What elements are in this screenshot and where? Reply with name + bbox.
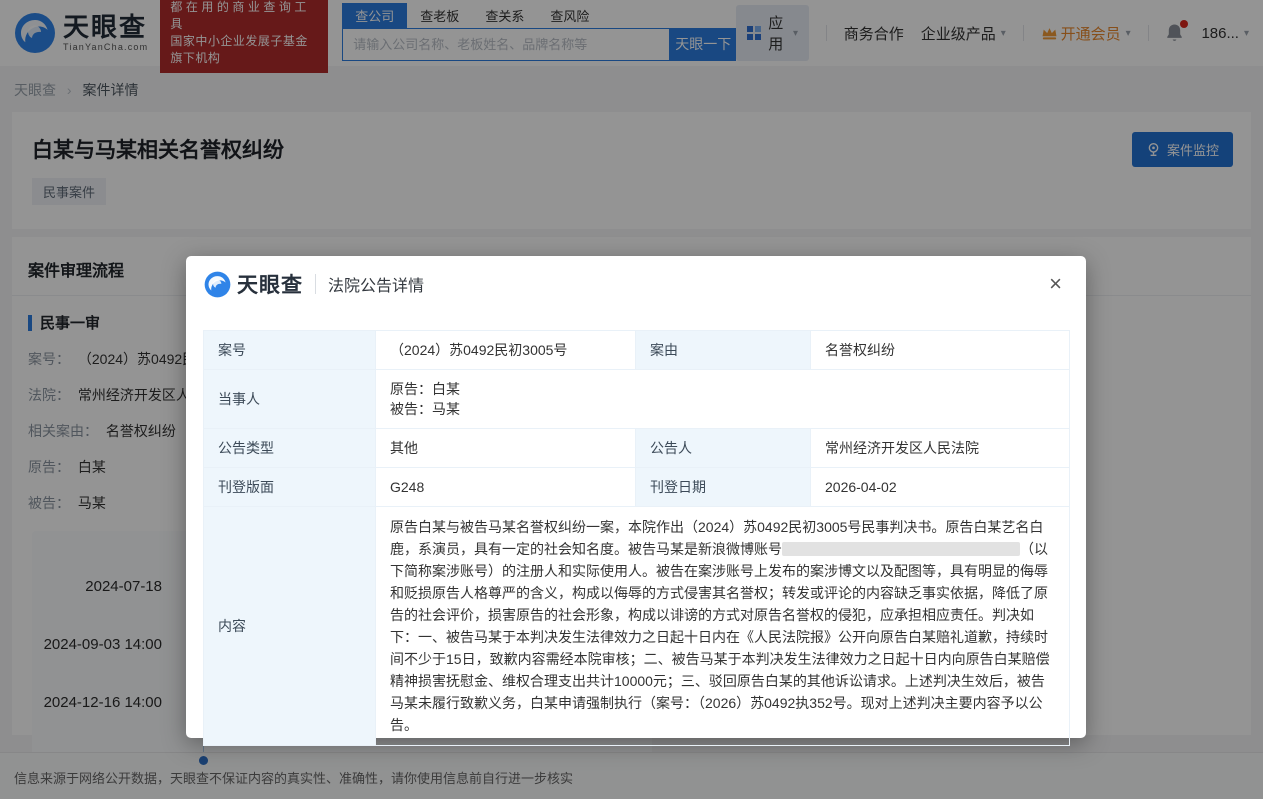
publication-date-label: 刊登日期 [636, 468, 811, 507]
table-row: 公告类型 其他 公告人 常州经济开发区人民法院 [204, 429, 1070, 468]
announcement-type-value: 其他 [376, 429, 636, 468]
table-row: 当事人 原告：白某 被告：马某 [204, 370, 1070, 429]
tianyancha-logo-icon [204, 271, 231, 298]
plaintiff-line: 原告：白某 [390, 379, 1055, 399]
content-label: 内容 [204, 507, 376, 746]
table-row: 刊登版面 G248 刊登日期 2026-04-02 [204, 468, 1070, 507]
announcer-value: 常州经济开发区人民法院 [811, 429, 1070, 468]
modal-header-divider [315, 274, 316, 294]
content-value: 原告白某与被告马某名誉权纠纷一案，本院作出（2024）苏0492民初3005号民… [376, 507, 1070, 746]
close-icon[interactable]: × [1043, 271, 1068, 297]
announcer-label: 公告人 [636, 429, 811, 468]
announcement-type-label: 公告类型 [204, 429, 376, 468]
court-announcement-modal: 天眼查 法院公告详情 × 案号 （2024）苏0492民初3005号 案由 名誉… [186, 256, 1086, 738]
cause-label: 案由 [636, 331, 811, 370]
table-row: 内容 原告白某与被告马某名誉权纠纷一案，本院作出（2024）苏0492民初300… [204, 507, 1070, 746]
publication-page-label: 刊登版面 [204, 468, 376, 507]
cause-value: 名誉权纠纷 [811, 331, 1070, 370]
parties-label: 当事人 [204, 370, 376, 429]
announcement-table: 案号 （2024）苏0492民初3005号 案由 名誉权纠纷 当事人 原告：白某… [203, 330, 1070, 746]
page: 天眼查 TianYanCha.com 都在用的商业查询工具 国家中小企业发展子基… [0, 0, 1263, 799]
case-number-value: （2024）苏0492民初3005号 [376, 331, 636, 370]
table-row: 案号 （2024）苏0492民初3005号 案由 名誉权纠纷 [204, 331, 1070, 370]
modal-title: 法院公告详情 [328, 272, 424, 296]
publication-page-value: G248 [376, 468, 636, 507]
modal-header: 天眼查 法院公告详情 × [186, 256, 1086, 312]
parties-value: 原告：白某 被告：马某 [376, 370, 1070, 429]
redacted-account-name [782, 542, 1020, 556]
content-text-part2: （以下简称案涉账号）的注册人和实际使用人。被告在案涉账号上发布的案涉博文以及配图… [390, 541, 1050, 733]
case-number-label: 案号 [204, 331, 376, 370]
modal-brand-name: 天眼查 [237, 269, 303, 299]
defendant-line: 被告：马某 [390, 399, 1055, 419]
publication-date-value: 2026-04-02 [811, 468, 1070, 507]
